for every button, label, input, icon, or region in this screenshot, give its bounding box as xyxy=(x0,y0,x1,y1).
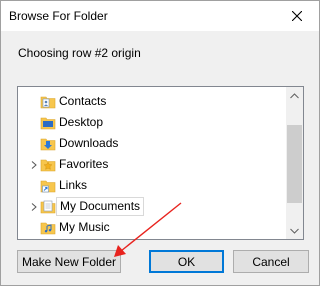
tree-item-links[interactable]: Links xyxy=(18,176,286,196)
vertical-scrollbar[interactable] xyxy=(286,87,303,239)
expand-chevron-icon[interactable] xyxy=(30,161,38,169)
links-folder-icon xyxy=(40,180,56,193)
scroll-up-arrow-icon[interactable] xyxy=(286,87,303,104)
make-new-folder-button[interactable]: Make New Folder xyxy=(17,250,121,273)
cancel-button[interactable]: Cancel xyxy=(233,250,309,273)
expand-chevron-icon[interactable] xyxy=(30,203,38,211)
tree-item-favorites[interactable]: Favorites xyxy=(18,155,286,175)
tree-item-contacts[interactable]: Contacts xyxy=(18,92,286,112)
close-button[interactable] xyxy=(274,1,319,31)
scrollbar-thumb[interactable] xyxy=(287,125,302,203)
scroll-down-arrow-icon[interactable] xyxy=(286,222,303,239)
tree-item-label: Links xyxy=(59,178,88,192)
title-bar[interactable]: Browse For Folder xyxy=(1,1,319,31)
tree-item-label: Desktop xyxy=(59,115,104,129)
folder-tree-list: Contacts Desktop Downloads Favorites Lin… xyxy=(18,87,286,239)
tree-item-label: My Music xyxy=(59,220,110,234)
tree-item-my-music[interactable]: My Music xyxy=(18,218,286,238)
downloads-folder-icon xyxy=(40,138,56,151)
tree-item-label: Favorites xyxy=(59,157,109,171)
window-title: Browse For Folder xyxy=(9,9,108,23)
desktop-folder-icon xyxy=(40,117,56,130)
tree-item-label: Contacts xyxy=(59,94,107,108)
documents-folder-icon xyxy=(40,200,56,214)
close-icon xyxy=(291,11,302,21)
tree-item-desktop[interactable]: Desktop xyxy=(18,113,286,133)
tree-item-label: My Documents xyxy=(56,197,145,216)
contacts-folder-icon xyxy=(40,96,56,109)
browse-for-folder-dialog: Browse For Folder Choosing row #2 origin… xyxy=(0,0,320,286)
tree-item-downloads[interactable]: Downloads xyxy=(18,134,286,154)
dialog-description: Choosing row #2 origin xyxy=(18,46,141,60)
favorites-folder-icon xyxy=(40,159,56,172)
ok-button[interactable]: OK xyxy=(149,250,224,273)
tree-item-my-documents[interactable]: My Documents xyxy=(18,197,286,217)
music-folder-icon xyxy=(40,222,56,235)
folder-tree[interactable]: Contacts Desktop Downloads Favorites Lin… xyxy=(17,86,304,240)
tree-item-label: Downloads xyxy=(59,136,119,150)
